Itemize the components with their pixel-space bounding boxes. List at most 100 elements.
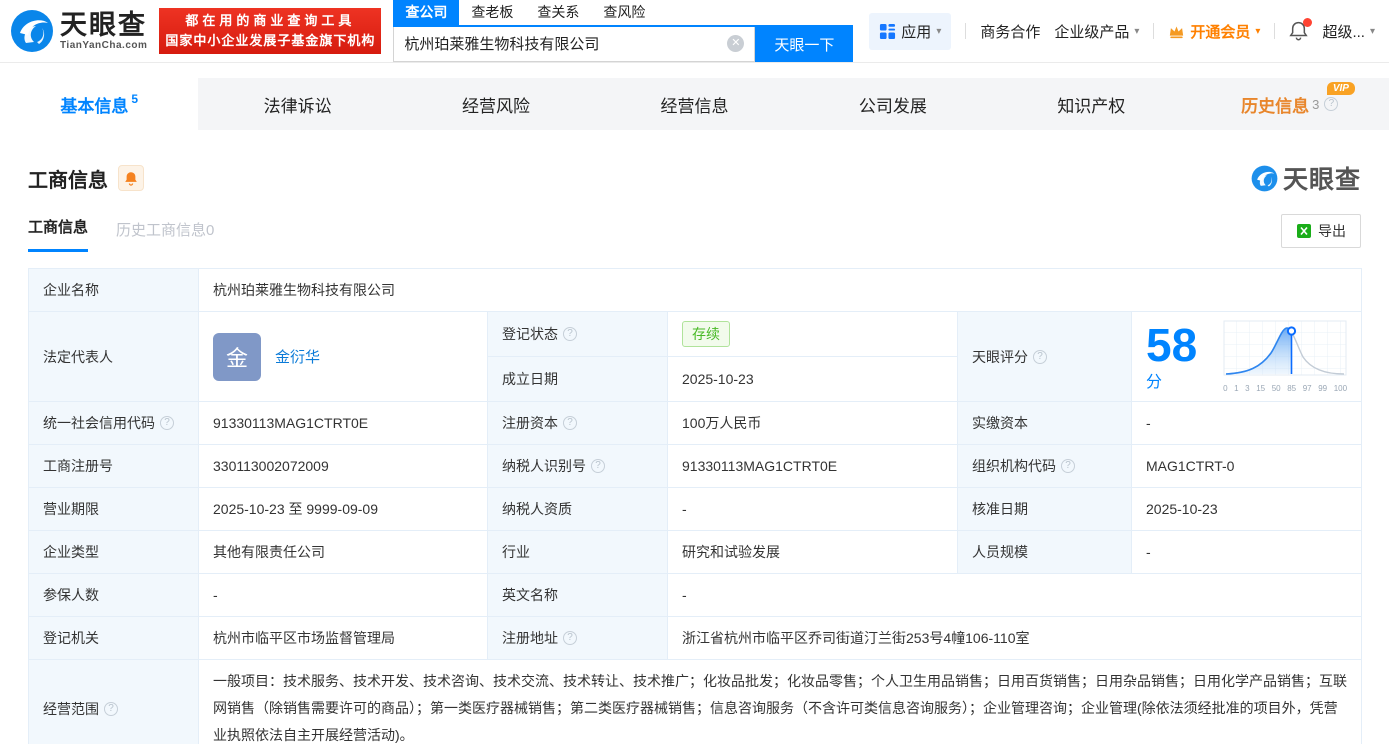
help-icon[interactable]: ?	[563, 416, 577, 430]
tianyancha-logo[interactable]: 天眼查 TianYanCha.com	[10, 9, 147, 53]
establish-date-label: 成立日期	[487, 356, 668, 402]
help-icon[interactable]: ?	[563, 327, 577, 341]
site-header: 天眼查 TianYanCha.com 都在用的商业查询工具 国家中小企业发展子基…	[0, 0, 1389, 63]
company-nav-tabs: 基本信息 5 法律诉讼 经营风险 经营信息 公司发展 知识产权 历史信息 3 ?…	[0, 78, 1389, 130]
score-unit: 分	[1146, 373, 1163, 391]
industry-value: 研究和试验发展	[667, 530, 958, 574]
score-value: 58	[1146, 318, 1198, 371]
score-tick: 3	[1245, 384, 1250, 393]
score-tick: 97	[1302, 384, 1312, 393]
reg-address-value: 浙江省杭州市临平区乔司街道汀兰街253号4幢106-110室	[666, 616, 1363, 660]
credit-code-label: 统一社会信用代码?	[28, 401, 199, 445]
table-row: 登记机关 杭州市临平区市场监督管理局 注册地址? 浙江省杭州市临平区乔司街道汀兰…	[28, 616, 1363, 660]
avatar[interactable]: 金	[213, 332, 261, 381]
search-input[interactable]	[394, 26, 755, 61]
reg-authority-label: 登记机关	[28, 616, 199, 660]
tab-count: 5	[131, 92, 139, 106]
approval-date-label: 核准日期	[957, 487, 1132, 531]
help-icon[interactable]: ?	[1061, 459, 1075, 473]
table-row: 参保人数 - 英文名称 -	[28, 573, 1363, 617]
export-button[interactable]: 导出	[1281, 214, 1361, 248]
menu-more[interactable]: 超级... ▾	[1322, 21, 1375, 42]
header-menu: 应用 ▾ 商务合作 企业级产品 ▾ 开通会员 ▾ 超级... ▾	[869, 12, 1375, 50]
company-type-value: 其他有限责任公司	[198, 530, 488, 574]
tab-company-development[interactable]: 公司发展	[794, 78, 992, 130]
apps-grid-icon	[880, 23, 896, 39]
reg-number-label: 工商注册号	[28, 444, 199, 488]
company-type-label: 企业类型	[28, 530, 199, 574]
chevron-down-icon: ▾	[936, 25, 942, 37]
tianyancha-logo-icon	[11, 10, 53, 52]
chevron-down-icon: ▾	[1255, 25, 1261, 37]
tyc-score-widget[interactable]: 58 分 0 1 3 15 50 85 97 99 100	[1146, 320, 1347, 393]
notification-dot	[1303, 18, 1313, 27]
tyc-score-label: 天眼评分?	[957, 311, 1132, 402]
tab-basic-info[interactable]: 基本信息 5	[0, 78, 199, 130]
subtab-history-business-info[interactable]: 历史工商信息0	[116, 219, 214, 252]
help-icon[interactable]: ?	[104, 701, 118, 716]
english-name-label: 英文名称	[487, 573, 668, 617]
help-icon[interactable]: ?	[1324, 97, 1339, 111]
taxpayer-id-label: 纳税人识别号?	[487, 444, 668, 488]
search-button[interactable]: 天眼一下	[755, 26, 854, 62]
chevron-down-icon: ▾	[1369, 25, 1375, 37]
credit-code-value: 91330113MAG1CTRT0E	[198, 401, 488, 445]
business-scope-value: 一般项目：技术服务、技术开发、技术咨询、技术交流、技术转让、技术推广；化妆品批发…	[197, 659, 1363, 744]
score-marker	[1286, 326, 1297, 336]
company-name-label: 企业名称	[28, 268, 199, 312]
legal-rep-link[interactable]: 金衍华	[275, 346, 320, 367]
legal-rep-label: 法定代表人	[28, 311, 199, 402]
business-term-value: 2025-10-23 至 9999-09-09	[198, 487, 488, 531]
establish-date-value: 2025-10-23	[667, 356, 958, 402]
score-distribution-chart: 0 1 3 15 50 85 97 99 100	[1223, 320, 1347, 393]
search-tab-risk[interactable]: 查风险	[591, 0, 657, 25]
table-row: 营业期限 2025-10-23 至 9999-09-09 纳税人资质 - 核准日…	[28, 487, 1363, 531]
subtab-business-info[interactable]: 工商信息	[28, 216, 89, 252]
search-tabs: 查公司 查老板 查关系 查风险	[393, 0, 853, 25]
notifications-bell[interactable]	[1289, 18, 1313, 41]
help-icon[interactable]: ?	[160, 416, 174, 430]
search-tab-company[interactable]: 查公司	[393, 0, 460, 25]
tab-legal[interactable]: 法律诉讼	[198, 78, 396, 130]
score-tick: 15	[1256, 384, 1266, 393]
divider	[1274, 23, 1276, 39]
search-tab-relation[interactable]: 查关系	[525, 0, 591, 25]
menu-vip[interactable]: 开通会员 ▾	[1168, 21, 1260, 42]
reg-address-label: 注册地址?	[487, 616, 668, 660]
search-tab-boss[interactable]: 查老板	[459, 0, 525, 25]
taxpayer-quality-value: -	[667, 487, 958, 531]
score-tick: 99	[1318, 384, 1328, 393]
menu-enterprise[interactable]: 企业级产品 ▾	[1054, 21, 1139, 42]
table-row: 经营范围? 一般项目：技术服务、技术开发、技术咨询、技术交流、技术转让、技术推广…	[28, 659, 1363, 744]
paid-capital-value: -	[1130, 401, 1363, 445]
menu-business[interactable]: 商务合作	[980, 21, 1040, 42]
approval-date-value: 2025-10-23	[1130, 487, 1363, 531]
promo-line2: 国家中小企业发展子基金旗下机构	[165, 33, 376, 48]
menu-apps-label: 应用	[901, 23, 932, 41]
table-row: 统一社会信用代码? 91330113MAG1CTRT0E 注册资本? 100万人…	[28, 401, 1363, 445]
tab-count: 3	[1312, 96, 1320, 112]
search-area: 查公司 查老板 查关系 查风险 ✕ 天眼一下	[393, 0, 854, 62]
tab-intellectual-property[interactable]: 知识产权	[992, 78, 1190, 130]
table-row: 企业类型 其他有限责任公司 行业 研究和试验发展 人员规模 -	[28, 530, 1363, 574]
score-tick: 85	[1287, 384, 1297, 393]
industry-label: 行业	[487, 530, 668, 574]
taxpayer-id-value: 91330113MAG1CTRT0E	[667, 444, 958, 488]
english-name-value: -	[666, 573, 1363, 617]
subscribe-bell-button[interactable]	[118, 165, 144, 191]
brand-name: 天眼查	[60, 9, 147, 40]
help-icon[interactable]: ?	[591, 459, 605, 473]
crown-icon	[1170, 26, 1184, 38]
menu-apps[interactable]: 应用 ▾	[869, 12, 952, 50]
excel-icon	[1297, 224, 1311, 238]
divider	[1153, 23, 1155, 39]
tab-operating-info[interactable]: 经营信息	[595, 78, 793, 130]
taxpayer-quality-label: 纳税人资质	[487, 487, 668, 531]
company-name-value: 杭州珀莱雅生物科技有限公司	[197, 268, 1363, 312]
help-icon[interactable]: ?	[563, 631, 577, 645]
tab-history-info[interactable]: 历史信息 3 ? VIP	[1191, 78, 1389, 130]
tab-operating-risk[interactable]: 经营风险	[397, 78, 595, 130]
promo-banner[interactable]: 都在用的商业查询工具 国家中小企业发展子基金旗下机构	[159, 8, 382, 54]
reg-capital-value: 100万人民币	[667, 401, 958, 445]
help-icon[interactable]: ?	[1033, 349, 1047, 364]
